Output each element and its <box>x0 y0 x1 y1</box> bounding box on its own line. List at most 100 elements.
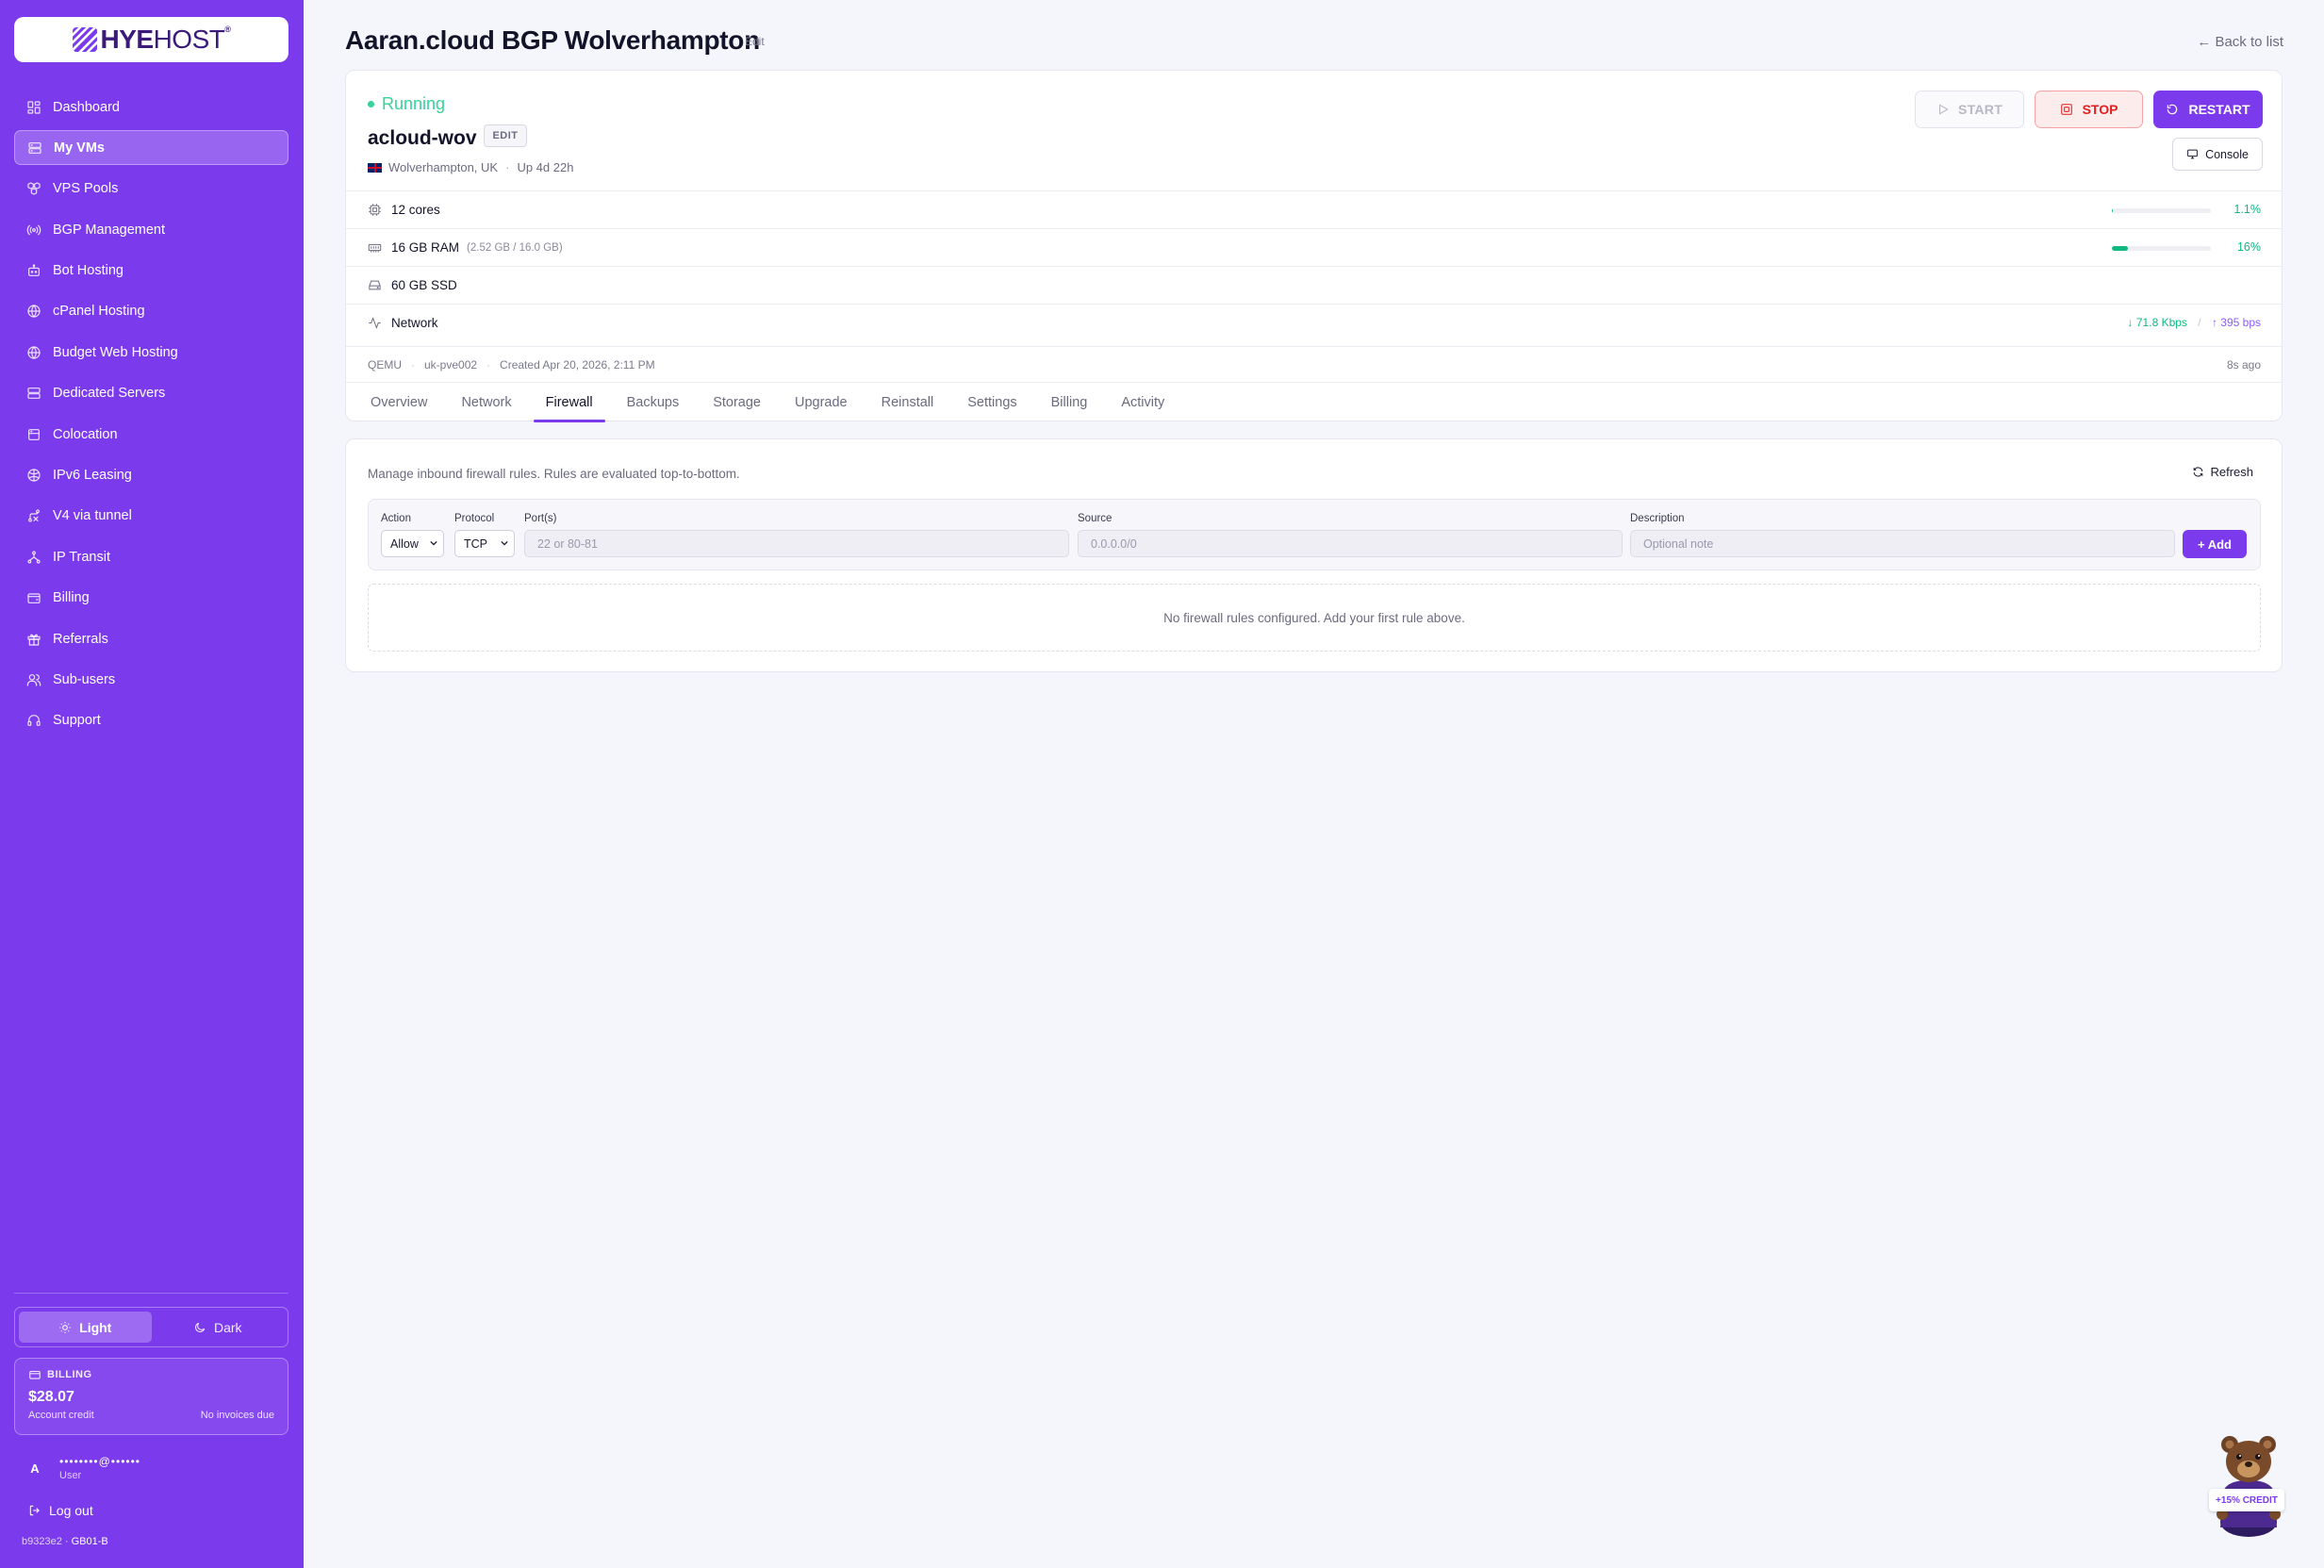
route-icon <box>28 509 40 523</box>
chevron-down-icon <box>501 540 508 546</box>
protocol-select[interactable]: TCP <box>454 530 515 557</box>
sidebar-item-dashboard[interactable]: Dashboard <box>14 90 288 124</box>
status-dot-icon <box>368 101 374 107</box>
description-input[interactable]: Optional note <box>1630 530 2175 557</box>
sidebar-item-budget-web-hosting[interactable]: Budget Web Hosting <box>14 335 288 370</box>
logout-button[interactable]: Log out <box>28 1503 93 1518</box>
firewall-panel: Manage inbound firewall rules. Rules are… <box>345 438 2283 672</box>
vm-location-text: Wolverhampton, UK <box>388 160 499 174</box>
headset-icon <box>27 715 41 727</box>
sidebar-item-label: Dashboard <box>53 99 120 115</box>
theme-dark-button[interactable]: Dark <box>152 1312 285 1343</box>
vm-status: Running <box>368 94 445 114</box>
tab-network[interactable]: Network <box>449 383 523 422</box>
theme-light-button[interactable]: Light <box>19 1312 152 1343</box>
tab-overview[interactable]: Overview <box>358 383 439 422</box>
tab-backups[interactable]: Backups <box>615 383 692 422</box>
action-value: Allow <box>390 536 419 551</box>
sidebar-item-cpanel-hosting[interactable]: cPanel Hosting <box>14 294 288 329</box>
billing-card[interactable]: BILLING $28.07 Account credit No invoice… <box>14 1358 288 1435</box>
brand-logo[interactable]: HYEHOST® <box>14 17 288 62</box>
tab-settings[interactable]: Settings <box>955 383 1029 422</box>
restart-button[interactable]: RESTART <box>2153 91 2263 128</box>
add-rule-button[interactable]: + Add <box>2183 530 2247 558</box>
sidebar-item-label: IP Transit <box>53 549 110 565</box>
title-edit-link[interactable]: Edit <box>745 35 765 48</box>
sidebar-item-label: Referrals <box>53 631 108 647</box>
refresh-button[interactable]: Refresh <box>2192 465 2253 479</box>
user-role: User <box>59 1470 82 1481</box>
cpu-row: 12 cores 1.1% <box>346 190 2282 228</box>
sidebar-item-v4-via-tunnel[interactable]: V4 via tunnel <box>14 499 288 534</box>
sidebar-item-ipv6-leasing[interactable]: IPv6 Leasing <box>14 458 288 493</box>
network-speeds: ↓ 71.8 Kbps / ↑ 395 bps <box>2128 316 2261 329</box>
tab-firewall[interactable]: Firewall <box>533 383 605 422</box>
sidebar-item-label: IPv6 Leasing <box>53 468 132 484</box>
sidebar-item-label: Bot Hosting <box>53 263 124 279</box>
promo-credit-badge[interactable]: +15% CREDIT <box>2209 1489 2284 1511</box>
vm-edit-button[interactable]: EDIT <box>484 124 527 147</box>
tab-reinstall[interactable]: Reinstall <box>869 383 947 422</box>
bot-icon <box>28 264 40 276</box>
source-input[interactable]: 0.0.0.0/0 <box>1078 530 1623 557</box>
sidebar-item-label: V4 via tunnel <box>53 508 132 524</box>
logout-label: Log out <box>49 1503 93 1518</box>
memory-icon <box>368 243 382 253</box>
stop-label: STOP <box>2082 102 2118 117</box>
network-row: Network ↓ 71.8 Kbps / ↑ 395 bps <box>346 304 2282 341</box>
ram-usage-bar <box>2112 246 2211 251</box>
action-select[interactable]: Allow <box>381 530 444 557</box>
user-profile[interactable]: A ••••••••@•••••• User <box>14 1449 288 1487</box>
refresh-icon <box>2194 467 2203 477</box>
sidebar-item-label: Sub-users <box>53 671 116 687</box>
server-icon <box>28 141 41 154</box>
sun-icon <box>59 1321 71 1333</box>
building-icon <box>28 428 40 440</box>
sidebar-item-colocation[interactable]: Colocation <box>14 417 288 452</box>
sidebar-item-label: cPanel Hosting <box>53 304 145 320</box>
theme-dark-label: Dark <box>213 1319 242 1335</box>
cpu-usage-fill <box>2112 208 2114 213</box>
sidebar-item-referrals[interactable]: Referrals <box>14 621 288 656</box>
sidebar-item-label: Billing <box>53 590 90 606</box>
created-date: Created Apr 20, 2026, 2:11 PM <box>500 357 655 371</box>
stop-button[interactable]: STOP <box>2035 91 2143 128</box>
tab-billing[interactable]: Billing <box>1039 383 1100 422</box>
sidebar-item-ip-transit[interactable]: IP Transit <box>14 539 288 574</box>
tab-upgrade[interactable]: Upgrade <box>783 383 860 422</box>
ports-input[interactable]: 22 or 80-81 <box>524 530 1069 557</box>
sidebar-item-vps-pools[interactable]: VPS Pools <box>14 172 288 206</box>
sidebar-item-dedicated-servers[interactable]: Dedicated Servers <box>14 376 288 411</box>
sidebar-item-sub-users[interactable]: Sub-users <box>14 662 288 697</box>
protocol-label: Protocol <box>454 513 495 524</box>
sidebar-item-my-vms[interactable]: My VMs <box>14 130 288 166</box>
start-button[interactable]: START <box>1915 91 2024 128</box>
firewall-empty-state: No firewall rules configured. Add your f… <box>368 584 2261 652</box>
play-icon <box>1938 104 1949 115</box>
vm-meta-row: QEMU · uk-pve002 · Created Apr 20, 2026,… <box>346 346 2282 382</box>
build-hash: b9323e2 <box>22 1536 62 1547</box>
tab-storage[interactable]: Storage <box>700 383 773 422</box>
tab-activity[interactable]: Activity <box>1109 383 1177 422</box>
hypervisor-type: QEMU <box>368 357 402 371</box>
cpu-usage-percent: 1.1% <box>2233 203 2262 216</box>
logout-icon <box>29 1505 40 1516</box>
build-separator: · <box>64 1536 69 1547</box>
vm-summary-card: Running acloud-wov EDIT Wolverhampton, U… <box>345 70 2283 422</box>
hard-drive-icon <box>369 280 381 290</box>
console-button[interactable]: Console <box>2172 138 2263 171</box>
sidebar-item-label: My VMs <box>54 140 105 156</box>
logo-mark-icon <box>72 27 97 52</box>
uk-flag-icon <box>368 162 382 173</box>
sidebar-item-billing[interactable]: Billing <box>14 581 288 616</box>
vm-uptime: Up 4d 22h <box>517 160 574 174</box>
sidebar-item-bgp-management[interactable]: BGP Management <box>14 212 288 247</box>
sidebar-nav: Dashboard My VMs VPS Pools BGP Managemen… <box>14 90 288 744</box>
sidebar-item-bot-hosting[interactable]: Bot Hosting <box>14 254 288 289</box>
back-to-list-link[interactable]: ← Back to list <box>2197 34 2283 50</box>
sidebar-item-support[interactable]: Support <box>14 703 288 738</box>
network-icon <box>27 469 41 482</box>
billing-amount: $28.07 <box>28 1389 74 1405</box>
bear-mascot-icon[interactable] <box>2201 1431 2296 1540</box>
build-region: GB01-B <box>71 1536 108 1547</box>
